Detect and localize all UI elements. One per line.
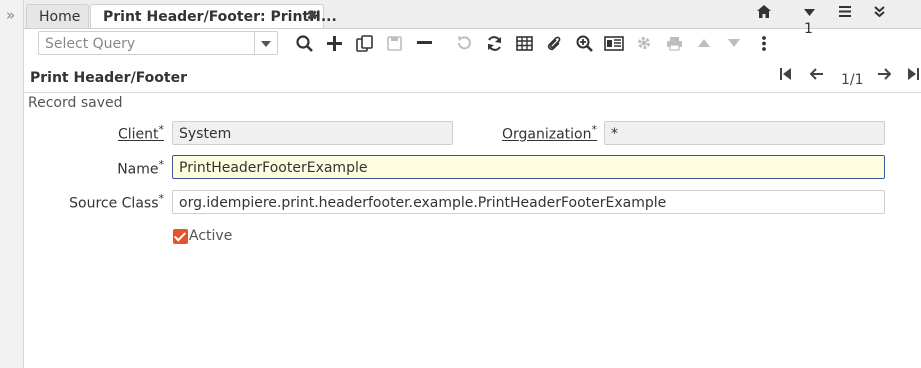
home-icon[interactable] xyxy=(757,5,771,22)
source-class-label: Source Class* xyxy=(69,192,164,212)
print-icon[interactable] xyxy=(662,31,686,55)
previous-icon[interactable] xyxy=(692,31,716,55)
caret-down-icon xyxy=(804,9,815,16)
window-title-bar: Print Header/Footer 1/1 xyxy=(24,62,921,93)
status-message: Record saved xyxy=(28,95,123,111)
next-record-icon[interactable] xyxy=(878,68,892,84)
close-tab-icon[interactable]: ✖ xyxy=(306,8,318,24)
window-toolbar: Select Query xyxy=(24,29,921,59)
name-field[interactable]: PrintHeaderFooterExample xyxy=(172,155,885,179)
name-label: Name* xyxy=(117,158,164,178)
select-query-placeholder: Select Query xyxy=(45,36,136,52)
tab-active-label: Print Header/Footer: PrintH... xyxy=(103,9,337,25)
active-label: Active xyxy=(189,228,233,244)
copy-icon[interactable] xyxy=(352,31,376,55)
tab-print-header-footer[interactable]: Print Header/Footer: PrintH... ✖ xyxy=(90,4,337,28)
source-class-field[interactable]: org.idempiere.print.headerfooter.example… xyxy=(172,190,885,214)
last-record-icon[interactable] xyxy=(908,68,919,84)
select-query-combobox[interactable]: Select Query xyxy=(38,31,278,55)
search-icon[interactable] xyxy=(292,31,316,55)
refresh-icon[interactable] xyxy=(482,31,506,55)
grid-toggle-icon[interactable] xyxy=(512,31,536,55)
zoom-icon[interactable] xyxy=(572,31,596,55)
report-icon[interactable] xyxy=(602,31,626,55)
organization-label: Organization* xyxy=(501,123,597,143)
next-icon[interactable] xyxy=(722,31,746,55)
client-label: Client* xyxy=(117,123,164,143)
west-panel-collapsed: » xyxy=(0,0,24,368)
undo-icon[interactable] xyxy=(452,31,476,55)
collapse-icon[interactable] xyxy=(874,5,885,21)
add-icon[interactable] xyxy=(322,31,346,55)
page-title: Print Header/Footer xyxy=(30,70,188,86)
process-icon[interactable] xyxy=(632,31,656,55)
tab-home-label: Home xyxy=(39,9,81,25)
active-checkbox[interactable] xyxy=(173,229,188,244)
menu-icon[interactable] xyxy=(839,5,851,21)
window-tab-bar: Home Print Header/Footer: PrintH... ✖ 1 xyxy=(24,0,921,37)
delete-icon[interactable] xyxy=(412,31,436,55)
organization-field[interactable]: * xyxy=(604,121,885,145)
previous-record-icon[interactable] xyxy=(809,68,823,84)
attachment-icon[interactable] xyxy=(542,31,566,55)
record-position: 1/1 xyxy=(841,72,864,88)
first-record-icon[interactable] xyxy=(780,68,791,84)
expand-panel-icon[interactable]: » xyxy=(6,6,15,24)
tab-home[interactable]: Home xyxy=(26,4,89,28)
more-icon[interactable] xyxy=(752,31,776,55)
chevron-down-icon[interactable] xyxy=(254,32,277,54)
save-icon[interactable] xyxy=(382,31,406,55)
client-field[interactable]: System xyxy=(172,121,453,145)
